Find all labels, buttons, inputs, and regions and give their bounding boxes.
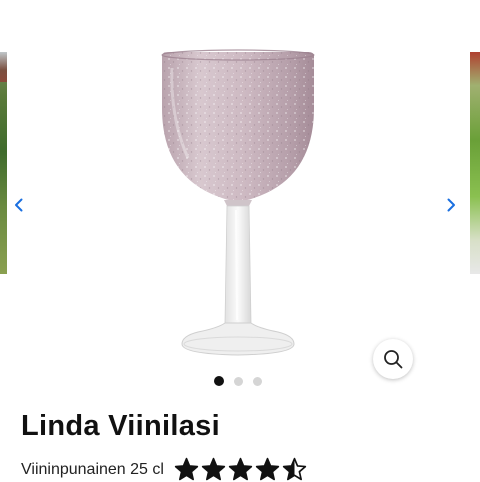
- magnifier-icon: [384, 350, 403, 369]
- product-image-carousel[interactable]: [0, 0, 480, 400]
- product-variant: Viininpunainen 25 cl: [21, 460, 164, 478]
- star-icon: [174, 457, 199, 481]
- product-image: [161, 49, 315, 356]
- star-icon: [255, 457, 280, 481]
- pagination-dot[interactable]: [253, 376, 262, 386]
- star-half-icon: [282, 457, 307, 481]
- carousel-prev-button[interactable]: [10, 195, 26, 215]
- carousel-pagination: [214, 376, 262, 386]
- carousel-next-button[interactable]: [443, 195, 459, 215]
- next-slide-preview[interactable]: [470, 52, 480, 274]
- previous-slide-preview[interactable]: [0, 52, 7, 274]
- zoom-button[interactable]: [373, 339, 413, 379]
- chevron-right-icon: [447, 198, 455, 212]
- product-meta: Viininpunainen 25 cl: [21, 457, 307, 482]
- chevron-left-icon: [14, 198, 22, 212]
- star-icon: [201, 457, 226, 481]
- rating-stars[interactable]: [174, 457, 307, 482]
- pagination-dot[interactable]: [214, 376, 224, 386]
- product-title: Linda Viinilasi: [21, 410, 220, 442]
- pagination-dot[interactable]: [234, 376, 243, 386]
- star-icon: [228, 457, 253, 481]
